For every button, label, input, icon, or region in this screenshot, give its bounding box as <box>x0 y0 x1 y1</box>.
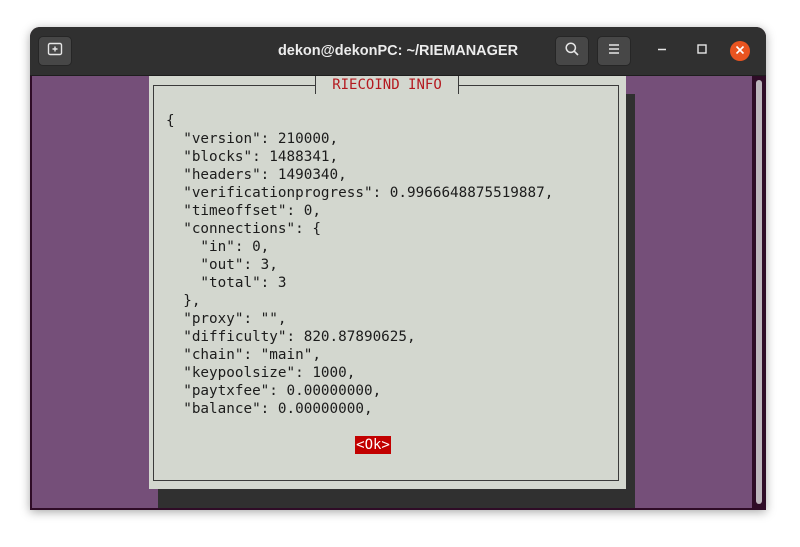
maximize-button[interactable] <box>692 41 712 61</box>
scrollbar[interactable] <box>752 76 766 510</box>
maximize-icon <box>696 42 708 60</box>
hamburger-menu-icon <box>607 42 621 61</box>
titlebar: dekon@dekonPC: ~/RIEMANAGER <box>30 27 766 76</box>
new-tab-icon <box>47 41 63 62</box>
menu-button[interactable] <box>597 36 631 66</box>
terminal-window: dekon@dekonPC: ~/RIEMANAGER RIECOIND INF… <box>30 27 766 510</box>
new-tab-button[interactable] <box>38 36 72 66</box>
search-icon <box>564 41 580 62</box>
dialog-content: { "version": 210000, "blocks": 1488341, … <box>166 113 554 417</box>
search-button[interactable] <box>555 36 589 66</box>
scrollbar-thumb[interactable] <box>756 80 762 504</box>
dialog-title: RIECOIND INFO <box>315 76 459 94</box>
terminal-area[interactable]: RIECOIND INFO { "version": 210000, "bloc… <box>30 76 766 510</box>
close-button[interactable] <box>730 41 750 61</box>
minimize-button[interactable] <box>652 41 672 61</box>
ok-button[interactable]: <Ok> <box>355 436 391 454</box>
minimize-icon <box>656 42 668 60</box>
close-icon <box>735 42 745 60</box>
info-dialog: RIECOIND INFO { "version": 210000, "bloc… <box>149 76 626 489</box>
